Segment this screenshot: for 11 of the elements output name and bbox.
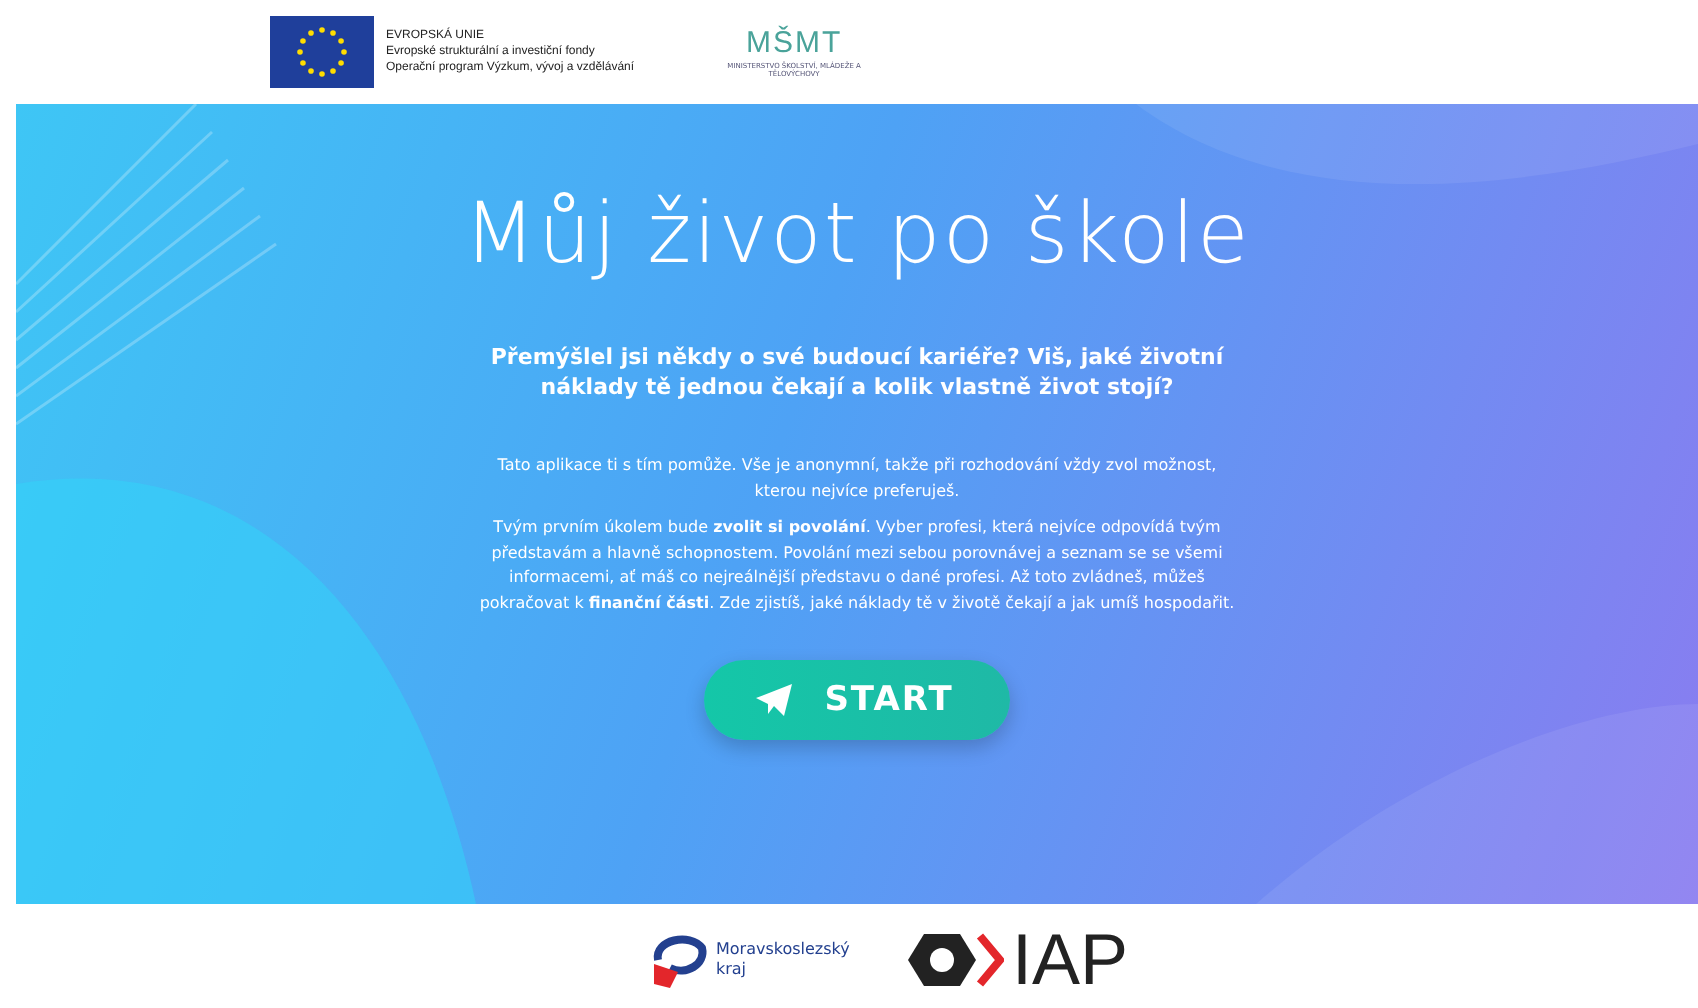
- send-icon: [756, 684, 793, 716]
- hexagon-chevron-icon: [907, 930, 1004, 990]
- lead-text: Přemýšlel jsi někdy o své budoucí kariéře? Viš, jaké životní náklady tě jednou čekají a kolik vlastně život stojí?: [488, 342, 1226, 402]
- ministry-logo-text: MŠMT: [745, 26, 843, 61]
- intro-paragraph: Tato aplikace ti s tím pomůže. Vše je anonymní, takže při rozhodování vždy zvol možnost, kterou nejvíce preferuješ.: [495, 454, 1219, 504]
- intro-paragraph: Tvým prvním úkolem bude zvolit si povolání. Vyber profesi, která nejvíce odpovídá tvým představám a hlavně schopnostem. Povolání mezi sebou porovnávej a seznam se se všemi informacemi, ať máš co nejreálnější představu o dané profesi. Až toto zvládneš, můžeš pokračovat k finanční části. Zde zjistíš, jaké náklady tě v životě čekají a jak umíš hospodařit.: [477, 516, 1237, 616]
- start-button[interactable]: START: [704, 660, 1010, 740]
- region-logo-text: Moravskoslezský kraj: [715, 940, 848, 980]
- page-title: Můj život po škole: [463, 184, 1251, 282]
- region-logo-icon: [649, 932, 710, 988]
- iap-logo-text: IAP: [1011, 924, 1129, 996]
